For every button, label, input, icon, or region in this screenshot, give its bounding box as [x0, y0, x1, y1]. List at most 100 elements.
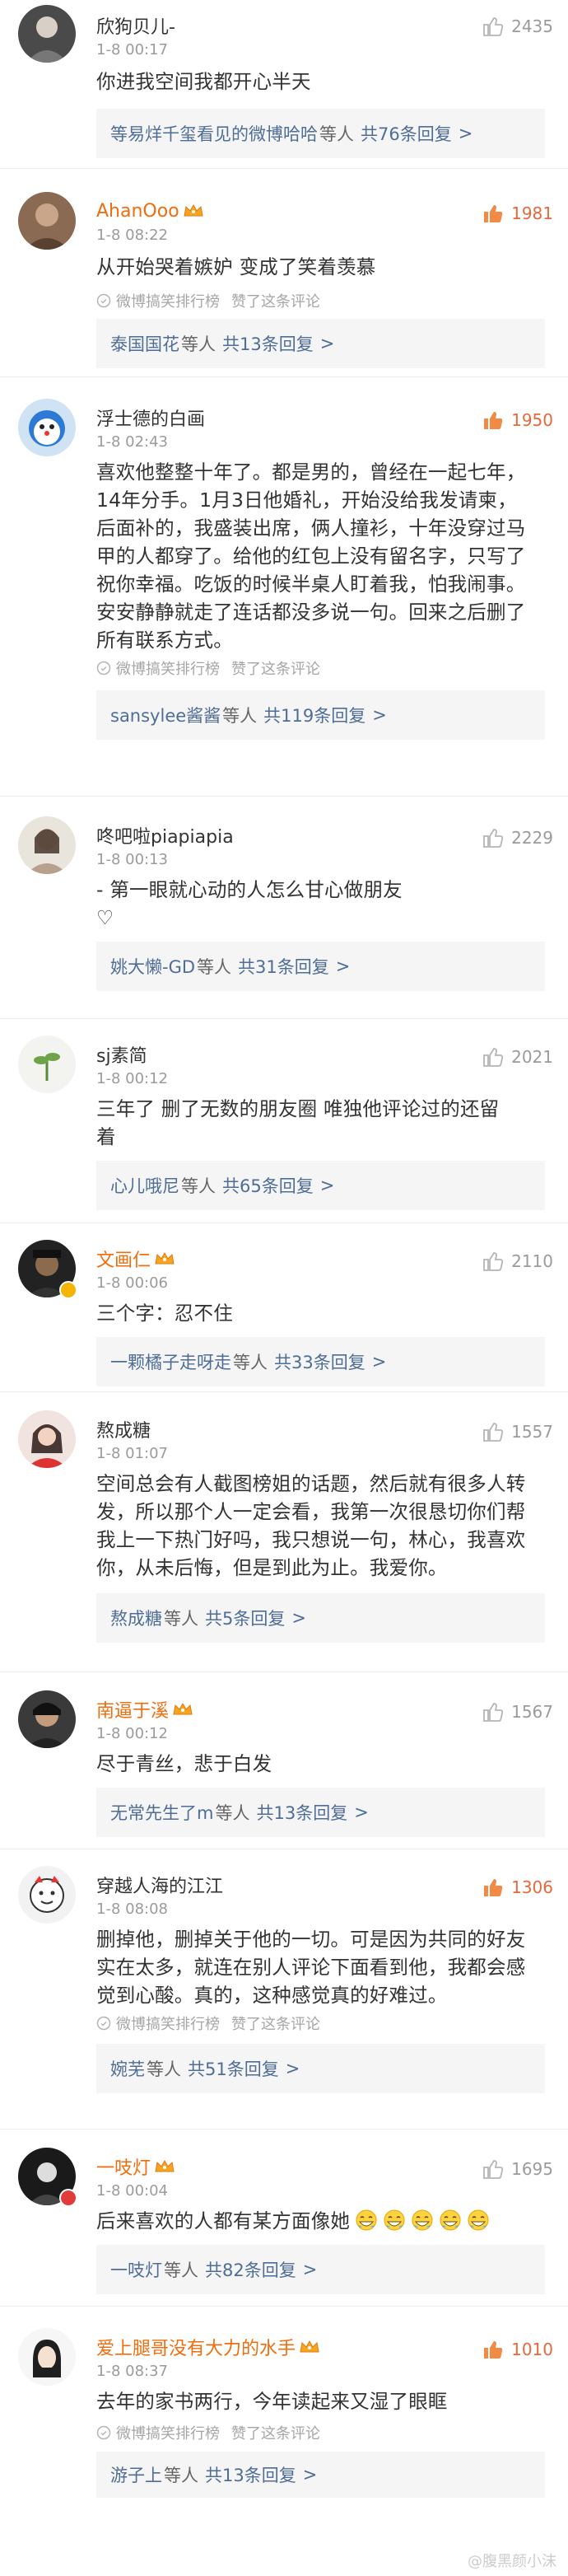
- comment-text: 尽于青丝，悲于白发: [96, 1752, 272, 1775]
- reply-author[interactable]: 姚大懒-GD: [110, 954, 195, 979]
- avatar[interactable]: [18, 2328, 76, 2386]
- reply-box[interactable]: 泰国国花 等人 共13条回复 >: [96, 319, 545, 368]
- reply-author[interactable]: 无常先生了m: [110, 1800, 213, 1825]
- ranking-label[interactable]: 微博搞笑排行榜: [116, 2013, 220, 2034]
- chevron-right-icon: >: [319, 1176, 335, 1195]
- reply-box[interactable]: sansylee酱酱 等人 共119条回复 >: [96, 690, 545, 740]
- like-count: 1010: [511, 2340, 553, 2359]
- ranking-label[interactable]: 微博搞笑排行榜: [116, 657, 220, 679]
- face-emoji-icon: [467, 2209, 490, 2232]
- reply-count[interactable]: 共13条回复: [256, 1800, 347, 1825]
- reply-box[interactable]: 一颗橘子走呀走 等人 共33条回复 >: [96, 1337, 545, 1386]
- timestamp: 1-8 08:08: [96, 1900, 168, 1918]
- username[interactable]: 浮士德的白画: [96, 404, 205, 431]
- ranking-meta: 微博搞笑排行榜 赞了这条评论: [96, 2422, 320, 2443]
- like-button[interactable]: 1567: [482, 1699, 553, 1725]
- timestamp: 1-8 00:12: [96, 1725, 168, 1742]
- crown-icon: [172, 1701, 193, 1718]
- face-emoji-icon: [411, 2209, 434, 2232]
- avatar[interactable]: [18, 1690, 76, 1748]
- reply-count[interactable]: 共13条回复: [205, 2462, 296, 2487]
- timestamp: 1-8 01:07: [96, 1445, 168, 1462]
- comment-feed: 欣狗贝儿- 1-8 00:17 2435 你进我空间我都开心半天 等易烊千玺看见…: [0, 0, 568, 2576]
- reply-author[interactable]: 等易烊千玺看见的微博哈哈: [110, 121, 318, 146]
- username[interactable]: sj素简: [96, 1041, 147, 1068]
- username[interactable]: 文画仁: [96, 1246, 151, 1272]
- username-row: 南逼于溪: [96, 1697, 193, 1722]
- verified-badge-icon: [59, 2189, 77, 2207]
- reply-count[interactable]: 共31条回复: [238, 954, 329, 979]
- username[interactable]: 爱上腿哥没有大力的水手: [96, 2334, 296, 2360]
- avatar[interactable]: [18, 1866, 76, 1924]
- reply-box[interactable]: 无常先生了m 等人 共13条回复 >: [96, 1788, 545, 1837]
- username-row: 欣狗贝儿-: [96, 13, 175, 38]
- username[interactable]: 南逼于溪: [96, 1696, 169, 1723]
- reply-author[interactable]: sansylee酱酱: [110, 703, 221, 727]
- like-button[interactable]: 2110: [482, 1248, 553, 1274]
- like-button[interactable]: 1981: [482, 200, 553, 227]
- comment-item: 文画仁 1-8 00:06 2110 三个字：忍不住 一颗橘子走呀走 等人 共33条…: [0, 1223, 568, 1392]
- reply-author[interactable]: 一吱灯: [110, 2257, 162, 2282]
- ranking-label[interactable]: 微博搞笑排行榜: [116, 290, 220, 311]
- reply-author[interactable]: 熬成糖: [110, 1606, 162, 1630]
- crown-icon: [183, 203, 204, 219]
- reply-count[interactable]: 共5条回复: [205, 1606, 285, 1630]
- avatar[interactable]: [18, 192, 76, 250]
- reply-count[interactable]: 共82条回复: [205, 2257, 296, 2282]
- ranking-label[interactable]: 微博搞笑排行榜: [116, 2422, 220, 2443]
- username[interactable]: 咚吧啦piapiapia: [96, 822, 234, 849]
- like-button[interactable]: 1557: [482, 1419, 553, 1445]
- ranking-meta: 微博搞笑排行榜 赞了这条评论: [96, 2013, 320, 2034]
- reply-count[interactable]: 共119条回复: [263, 703, 365, 727]
- timestamp: 1-8 08:22: [96, 227, 168, 244]
- crown-icon: [299, 2339, 320, 2355]
- reply-author[interactable]: 泰国国花: [110, 331, 179, 356]
- reply-count[interactable]: 共65条回复: [222, 1173, 314, 1198]
- username[interactable]: AhanOoo: [96, 201, 179, 222]
- chevron-right-icon: >: [302, 2465, 318, 2485]
- like-button[interactable]: 1950: [482, 407, 553, 433]
- like-button[interactable]: 1010: [482, 2336, 553, 2363]
- like-button[interactable]: 2021: [482, 1044, 553, 1070]
- reply-box[interactable]: 熬成糖 等人 共5条回复 >: [96, 1593, 545, 1643]
- username[interactable]: 欣狗贝儿-: [96, 12, 175, 39]
- thumbs-up-icon: [484, 2341, 503, 2359]
- avatar[interactable]: [18, 399, 76, 456]
- like-button[interactable]: 2435: [482, 13, 553, 40]
- avatar[interactable]: [18, 816, 76, 874]
- reply-box[interactable]: 等易烊千玺看见的微博哈哈 等人 共76条回复 >: [96, 109, 545, 158]
- reply-box[interactable]: 一吱灯 等人 共82条回复 >: [96, 2245, 545, 2294]
- reply-count[interactable]: 共76条回复: [361, 121, 452, 146]
- like-button[interactable]: 1695: [482, 2156, 553, 2182]
- like-button[interactable]: 2229: [482, 825, 553, 851]
- username[interactable]: 一吱灯: [96, 2153, 151, 2180]
- like-button[interactable]: 1306: [482, 1874, 553, 1900]
- reply-author[interactable]: 心儿哦尼: [110, 1173, 179, 1198]
- comment-item: sj素简 1-8 00:12 2021 三年了 删了无数的朋友圈 唯独他评论过的…: [0, 1019, 568, 1223]
- reply-author[interactable]: 婉芜: [110, 2056, 145, 2081]
- reply-box[interactable]: 心儿哦尼 等人 共65条回复 >: [96, 1161, 545, 1210]
- reply-author[interactable]: 一颗橘子走呀走: [110, 1349, 231, 1374]
- ranking-icon: [96, 661, 111, 676]
- username-row: 咚吧啦piapiapia: [96, 823, 234, 848]
- reply-box[interactable]: 游子上 等人 共13条回复 >: [96, 2452, 545, 2498]
- like-count: 2229: [511, 828, 553, 848]
- username[interactable]: 穿越人海的江江: [96, 1872, 223, 1898]
- like-count: 1950: [511, 410, 553, 430]
- username[interactable]: 熬成糖: [96, 1416, 151, 1442]
- avatar[interactable]: [18, 1036, 76, 1093]
- chevron-right-icon: >: [285, 2059, 300, 2078]
- reply-box[interactable]: 婉芜 等人 共51条回复 >: [96, 2044, 545, 2093]
- reply-author[interactable]: 游子上: [110, 2462, 162, 2487]
- crown-icon: [154, 2158, 175, 2175]
- reply-count[interactable]: 共33条回复: [274, 1349, 365, 1374]
- reply-count[interactable]: 共13条回复: [222, 331, 314, 356]
- reply-count[interactable]: 共51条回复: [188, 2056, 279, 2081]
- avatar[interactable]: [18, 1410, 76, 1468]
- chevron-right-icon: >: [372, 705, 387, 725]
- ranking-meta: 微博搞笑排行榜 赞了这条评论: [96, 290, 320, 311]
- reply-box[interactable]: 姚大懒-GD 等人 共31条回复 >: [96, 942, 545, 991]
- comment-item: 欣狗贝儿- 1-8 00:17 2435 你进我空间我都开心半天 等易烊千玺看见…: [0, 0, 568, 169]
- avatar[interactable]: [18, 5, 76, 63]
- like-count: 1567: [511, 1702, 553, 1722]
